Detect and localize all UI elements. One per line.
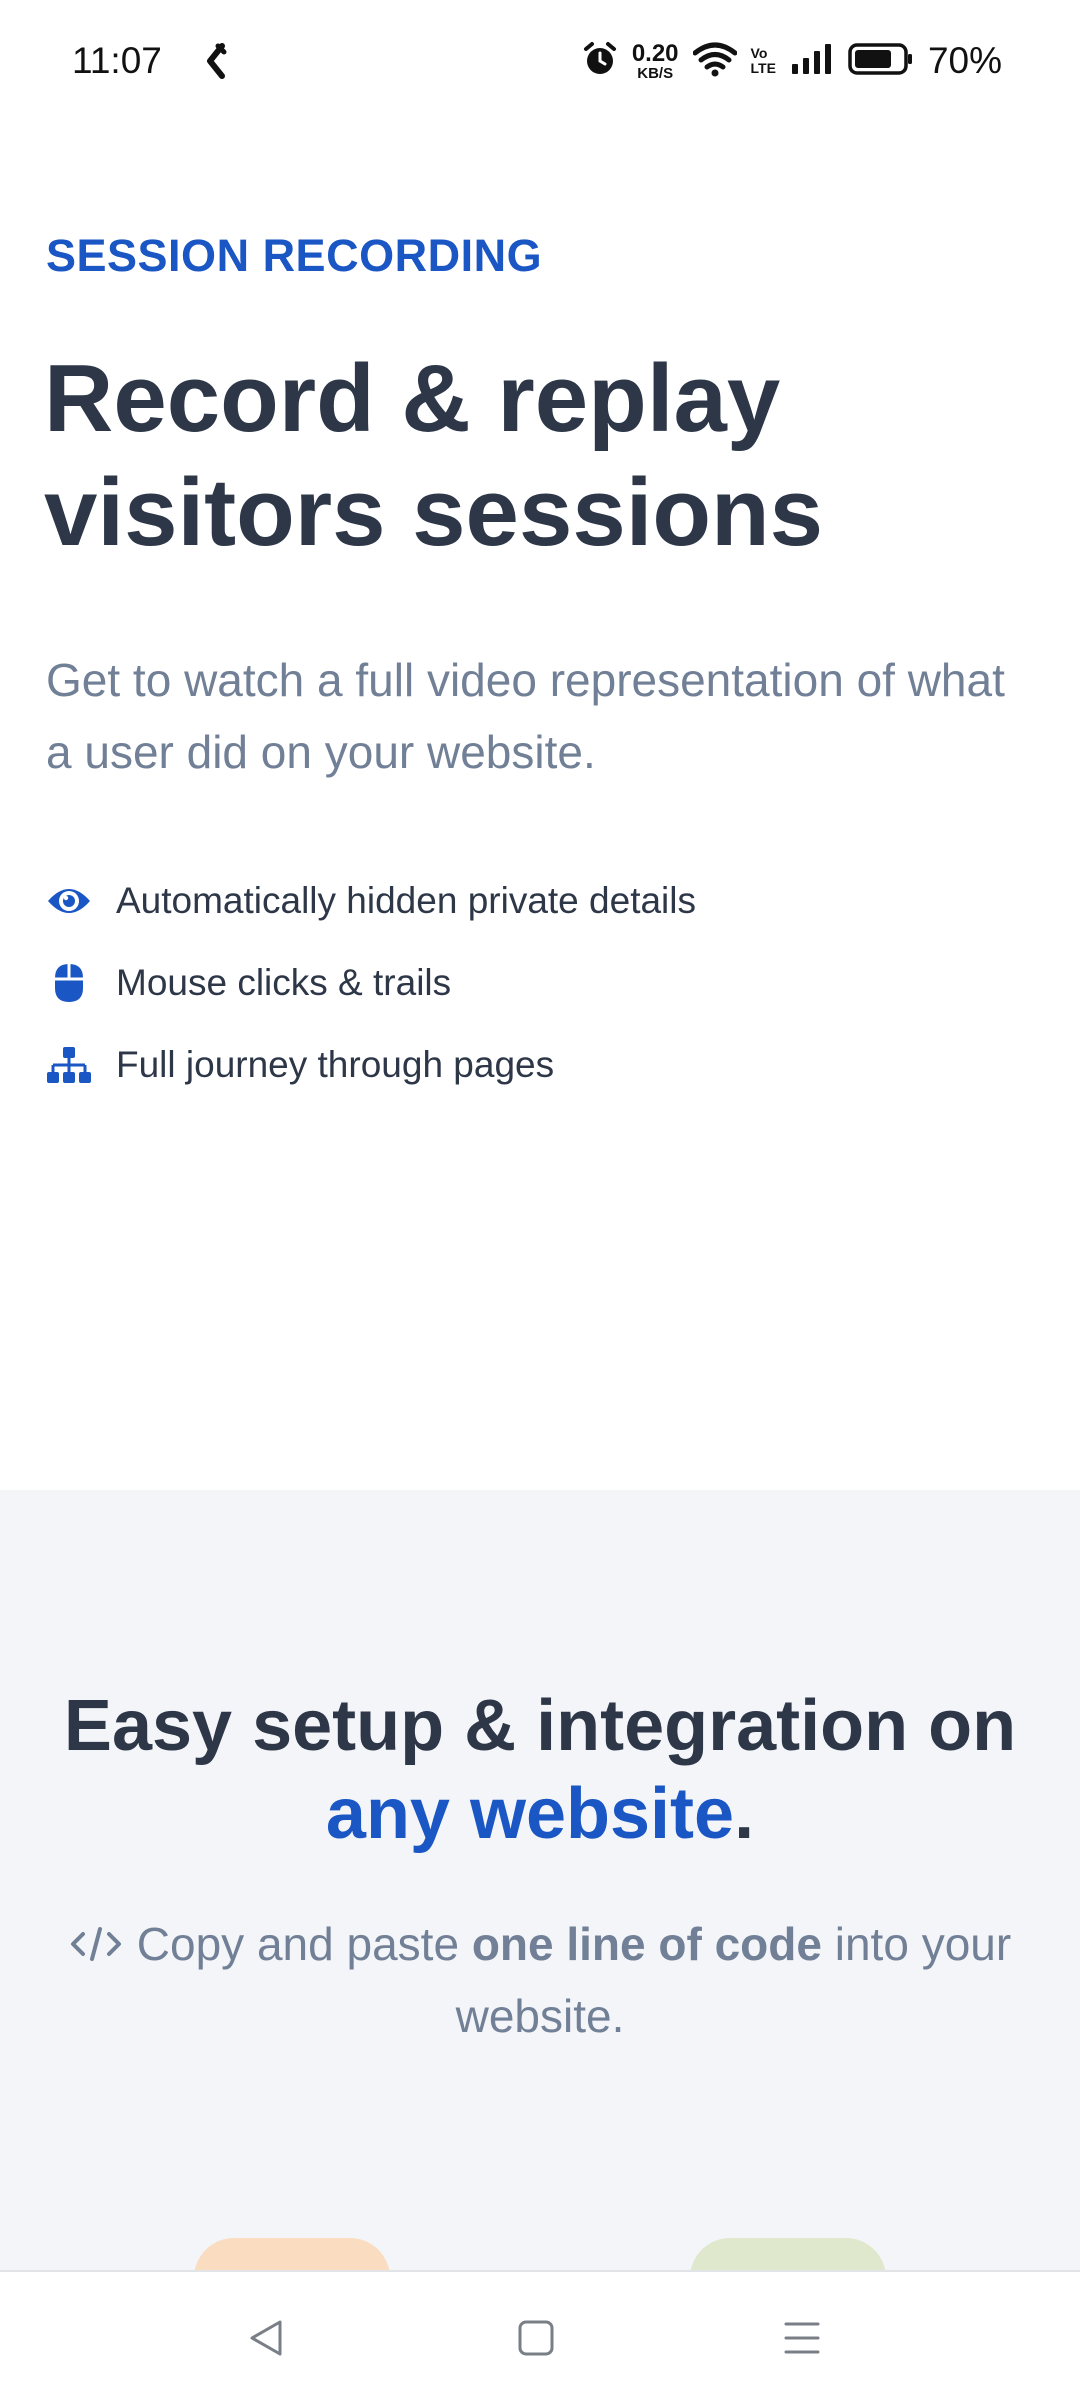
decorative-card-green <box>690 2238 886 2270</box>
setup-title-end: . <box>734 1774 755 1854</box>
system-nav-bar <box>0 2270 1080 2402</box>
hero-title-line2: visitors sessions <box>44 459 824 566</box>
feature-item: Automatically hidden private details <box>46 860 1026 942</box>
hero-title-line1: Record & replay <box>44 345 781 452</box>
recents-menu-button[interactable] <box>780 2316 824 2360</box>
mouse-icon <box>46 960 92 1006</box>
feature-item: Mouse clicks & trails <box>46 942 1026 1024</box>
session-recording-section: SESSION RECORDING Record & replay visito… <box>0 124 1080 1490</box>
battery-percent: 70% <box>927 40 1002 81</box>
network-speed-unit: KB/S <box>637 64 674 82</box>
setup-sub-before: Copy and paste <box>136 1918 460 1970</box>
hero-title: Record & replay visitors sessions <box>44 342 1044 570</box>
setup-title-text: Easy setup & integration on <box>63 1686 1017 1766</box>
volte-bottom: LTE <box>750 60 776 76</box>
feature-label: Mouse clicks & trails <box>116 962 452 1003</box>
setup-section: Easy setup & integration on any website.… <box>0 1490 1080 2270</box>
back-button[interactable] <box>244 2316 288 2360</box>
battery-icon <box>848 42 914 81</box>
network-speed: 0.20 KB/S <box>631 39 679 82</box>
eye-icon <box>46 878 92 924</box>
app-notification-icon <box>204 42 228 80</box>
home-button[interactable] <box>514 2316 558 2360</box>
network-speed-value: 0.20 <box>631 39 679 67</box>
code-icon <box>69 1910 123 1961</box>
setup-title-accent: any website <box>325 1774 735 1854</box>
feature-label: Automatically hidden private details <box>116 880 696 921</box>
section-eyebrow: SESSION RECORDING <box>46 230 543 281</box>
decorative-card-orange <box>194 2238 390 2270</box>
alarm-icon <box>582 41 618 82</box>
status-time: 11:07 <box>72 40 162 81</box>
feature-item: Full journey through pages <box>46 1024 1026 1106</box>
volte-indicator: Vo LTE <box>751 46 776 75</box>
sitemap-icon <box>46 1042 92 1088</box>
feature-list: Automatically hidden private details Mou… <box>46 860 1026 1106</box>
hero-subtitle: Get to watch a full video representation… <box>46 654 1005 778</box>
setup-title: Easy setup & integration on any website. <box>0 1682 1080 1858</box>
signal-icon <box>790 42 834 81</box>
feature-label: Full journey through pages <box>116 1044 555 1085</box>
status-bar: 11:07 0.20 KB/S Vo LTE 70% <box>0 0 1080 124</box>
volte-top: Vo <box>750 45 768 62</box>
setup-sub-bold: one line of code <box>471 1918 822 1970</box>
status-icons: 0.20 KB/S Vo LTE 70% <box>582 36 1002 86</box>
wifi-icon <box>692 41 738 82</box>
setup-subtitle: Copy and paste one line of code into you… <box>40 1908 1040 2052</box>
